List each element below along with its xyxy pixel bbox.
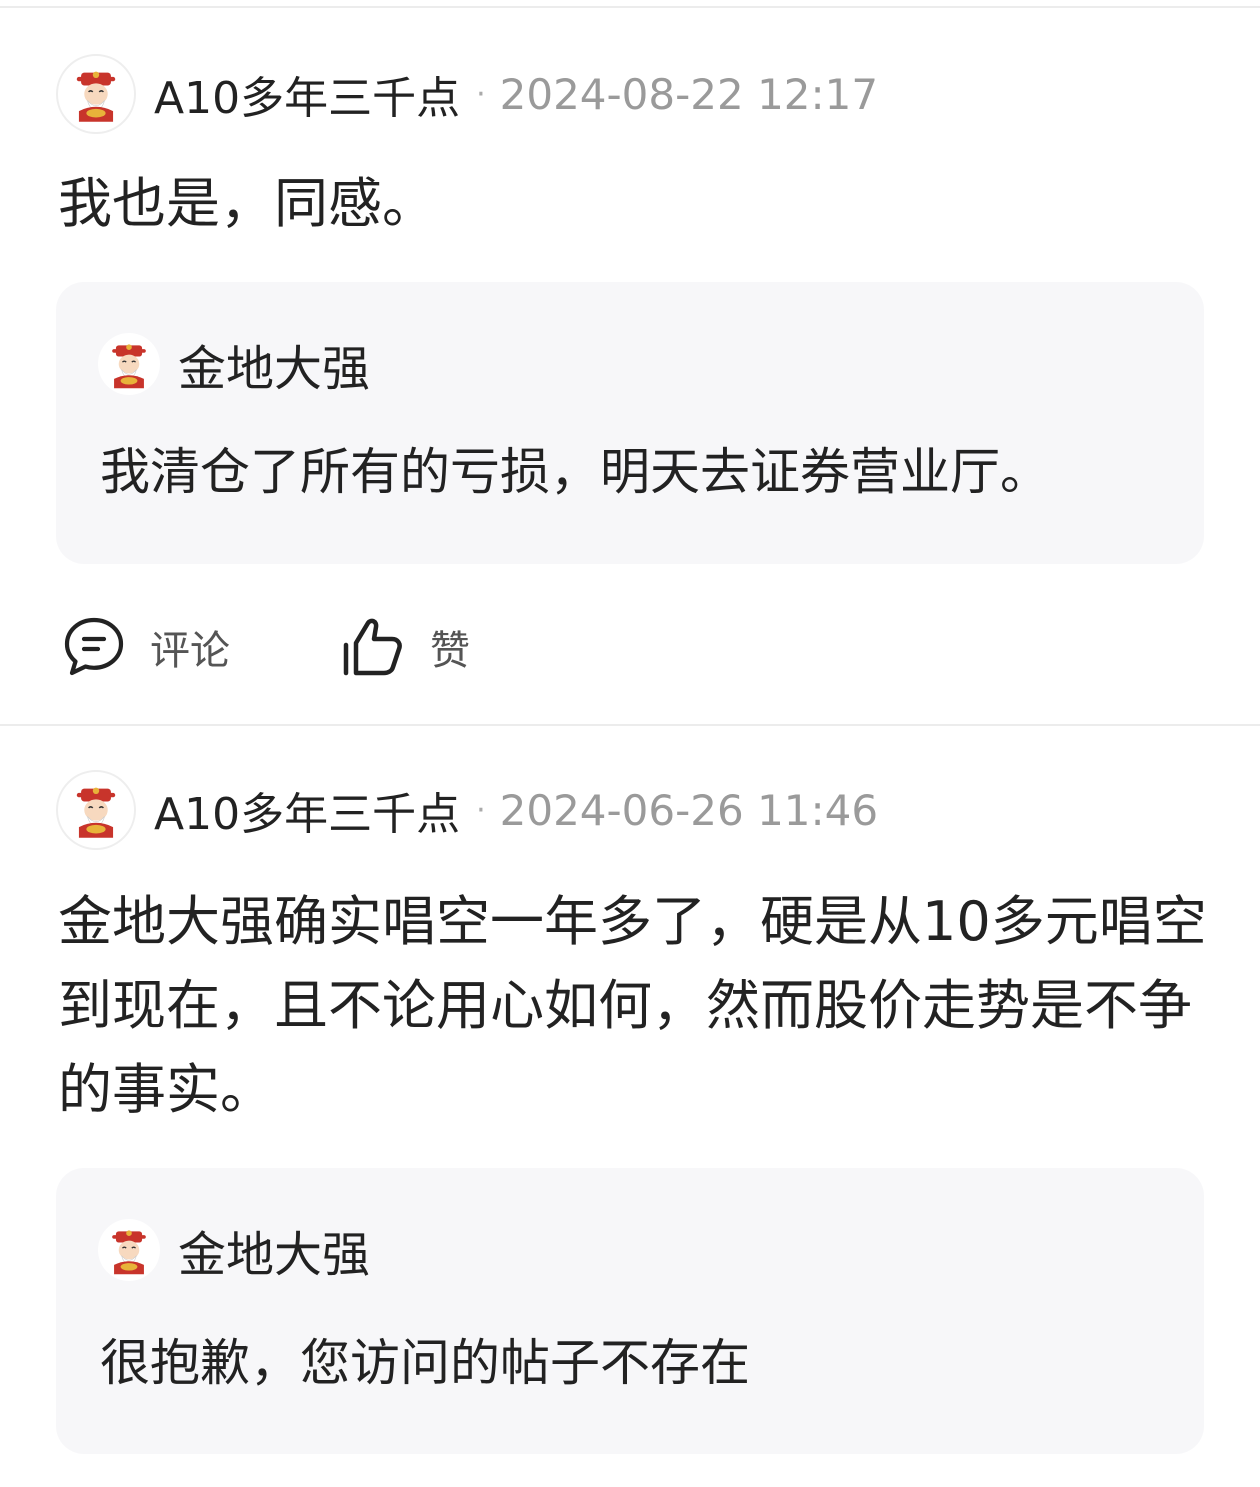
avatar[interactable] bbox=[56, 770, 136, 850]
comment-label: 评论 bbox=[150, 628, 230, 674]
avatar[interactable] bbox=[98, 333, 160, 395]
post-content: 我也是，同感。 bbox=[58, 172, 436, 235]
quote-header: 金地大强 bbox=[98, 329, 370, 399]
meta-separator: · bbox=[476, 792, 486, 828]
comment-button[interactable]: 评论 bbox=[62, 615, 230, 679]
quote-author-name[interactable]: 金地大强 bbox=[178, 329, 370, 399]
post-time: 2024-06-26 11:46 bbox=[499, 785, 879, 835]
like-label: 赞 bbox=[430, 628, 470, 674]
quote-text: 很抱歉，您访问的帖子不存在 bbox=[100, 1334, 750, 1392]
post-time: 2024-08-22 12:17 bbox=[499, 69, 879, 119]
caishen-avatar-icon bbox=[64, 62, 128, 126]
avatar[interactable] bbox=[56, 54, 136, 134]
avatar[interactable] bbox=[98, 1219, 160, 1281]
post-actions: 评论 赞 bbox=[62, 612, 470, 682]
quote-author-name[interactable]: 金地大强 bbox=[178, 1215, 370, 1285]
post-header: A10多年三千点 · 2024-08-22 12:17 bbox=[56, 52, 878, 136]
quote-text: 我清仓了所有的亏损，明天去证券营业厅。 bbox=[100, 443, 1050, 501]
quoted-post[interactable]: 金地大强 我清仓了所有的亏损，明天去证券营业厅。 bbox=[56, 282, 1204, 564]
caishen-avatar-icon bbox=[101, 336, 157, 392]
post-content: 金地大强确实唱空一年多了，硬是从10多元唱空到现在，且不论用心如何，然而股价走势… bbox=[58, 890, 1207, 1121]
caishen-avatar-icon bbox=[64, 778, 128, 842]
post-header: A10多年三千点 · 2024-06-26 11:46 bbox=[56, 768, 878, 852]
like-button[interactable]: 赞 bbox=[340, 615, 470, 679]
comment-bubble-icon bbox=[64, 617, 124, 676]
quoted-post[interactable]: 金地大强 很抱歉，您访问的帖子不存在 bbox=[56, 1168, 1204, 1454]
author-name[interactable]: A10多年三千点 bbox=[154, 778, 460, 842]
author-name[interactable]: A10多年三千点 bbox=[154, 62, 460, 126]
quote-header: 金地大强 bbox=[98, 1215, 370, 1285]
meta-separator: · bbox=[476, 76, 486, 112]
caishen-avatar-icon bbox=[101, 1222, 157, 1278]
post-divider bbox=[0, 724, 1260, 726]
top-divider bbox=[0, 6, 1260, 8]
thumbs-up-icon bbox=[343, 618, 402, 676]
